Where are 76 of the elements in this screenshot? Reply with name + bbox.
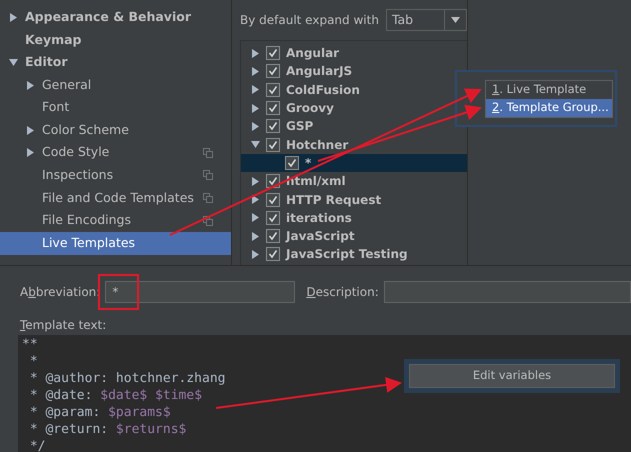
checkmark-icon [287,158,297,168]
checkmark-icon [268,84,278,95]
collapsed-arrow-icon[interactable] [26,148,35,158]
template-group-row[interactable]: html/xml [241,172,467,190]
abbreviation-field[interactable]: * [105,281,296,303]
expanded-arrow-icon[interactable] [9,58,18,67]
abbreviation-label: Abbreviation: [20,284,100,301]
code-line: * @return: $returns$ [28,421,186,438]
code-line: * @author: hotchner.zhang [28,370,226,387]
checkbox[interactable] [266,229,280,244]
checkbox[interactable] [266,247,280,262]
copy-icon [203,216,213,226]
template-text-label: Template text: [19,318,108,332]
template-editor[interactable]: ** * * @author: hotchner.zhang * @date: $date$ $time$ * @param: $params$ * @return: $returns$ */ Edit variables [18,335,631,452]
copy-icon [203,148,213,158]
caret-icon [451,17,460,23]
checkbox[interactable] [266,46,280,60]
code-line: ** [21,336,38,353]
checkmark-icon [268,176,278,186]
code-line: * @date: $date$ $time$ [28,387,202,404]
checkbox[interactable] [285,156,299,170]
checkmark-icon [268,194,278,205]
expand-with-label: By default expand with [240,12,379,29]
menu-item[interactable]: 1. Live Template [486,80,612,98]
template-group-row[interactable]: Groovy [241,98,467,118]
expand-key-dropdown[interactable]: Tab [386,9,467,31]
code-line: * @param: $params$ [28,404,171,421]
description-label: Description: [306,284,379,301]
checkbox[interactable] [266,174,280,188]
checkmark-icon [268,212,278,223]
checkbox[interactable] [266,192,280,207]
sidebar-item[interactable]: Color Scheme [0,118,231,142]
collapsed-arrow-icon[interactable] [26,80,35,90]
template-group-row[interactable]: iterations [241,208,467,227]
template-group-row[interactable]: HTTP Request [241,190,467,209]
template-group-row[interactable]: JavaScript Testing [241,245,467,264]
description-field[interactable] [384,281,631,303]
checkbox[interactable] [266,119,280,134]
code-line: */ [28,438,46,452]
checkmark-icon [268,140,278,150]
copy-icon [203,170,213,180]
code-line: * [28,353,38,370]
template-group-row[interactable]: JavaScript [241,226,467,246]
template-row[interactable]: * [241,154,467,172]
sidebar-item[interactable]: File and Code Templates [0,186,231,210]
sidebar-item[interactable]: Inspections [0,164,231,187]
sidebar-item[interactable]: Code Style [0,142,231,164]
sidebar-item[interactable]: Keymap [0,28,231,52]
checkbox[interactable] [266,138,280,152]
checkmark-icon [268,103,278,114]
checkbox[interactable] [266,101,280,116]
menu-item[interactable]: 2. Template Group... [486,98,612,116]
checkbox[interactable] [266,64,280,78]
checkbox[interactable] [266,82,280,97]
template-group-row[interactable]: GSP [241,117,467,136]
copy-icon [203,193,213,204]
template-group-row[interactable]: ColdFusion [241,80,467,99]
sidebar-item[interactable]: Editor [0,51,231,74]
checkmark-icon [268,48,278,58]
checkbox[interactable] [266,210,280,225]
checkmark-icon [268,121,278,132]
expanded-arrow-icon[interactable] [251,140,260,150]
highlight-rectangle [98,274,139,310]
sidebar-item[interactable]: File Encodings [0,209,231,232]
template-group-row[interactable]: AngularJS [241,62,467,81]
sidebar-item[interactable]: Appearance & Behavior [0,6,231,29]
template-group-row[interactable]: Hotchner [241,135,467,154]
sidebar-item[interactable]: General [0,74,231,96]
sidebar-item[interactable]: Live Templates [0,232,231,255]
collapsed-arrow-icon[interactable] [9,12,18,22]
template-group-row[interactable]: Angular [241,44,467,62]
collapsed-arrow-icon[interactable] [26,126,35,135]
checkmark-icon [268,66,278,76]
checkmark-icon [268,231,278,242]
sidebar-item[interactable]: Font [0,96,231,119]
checkmark-icon [268,249,278,260]
